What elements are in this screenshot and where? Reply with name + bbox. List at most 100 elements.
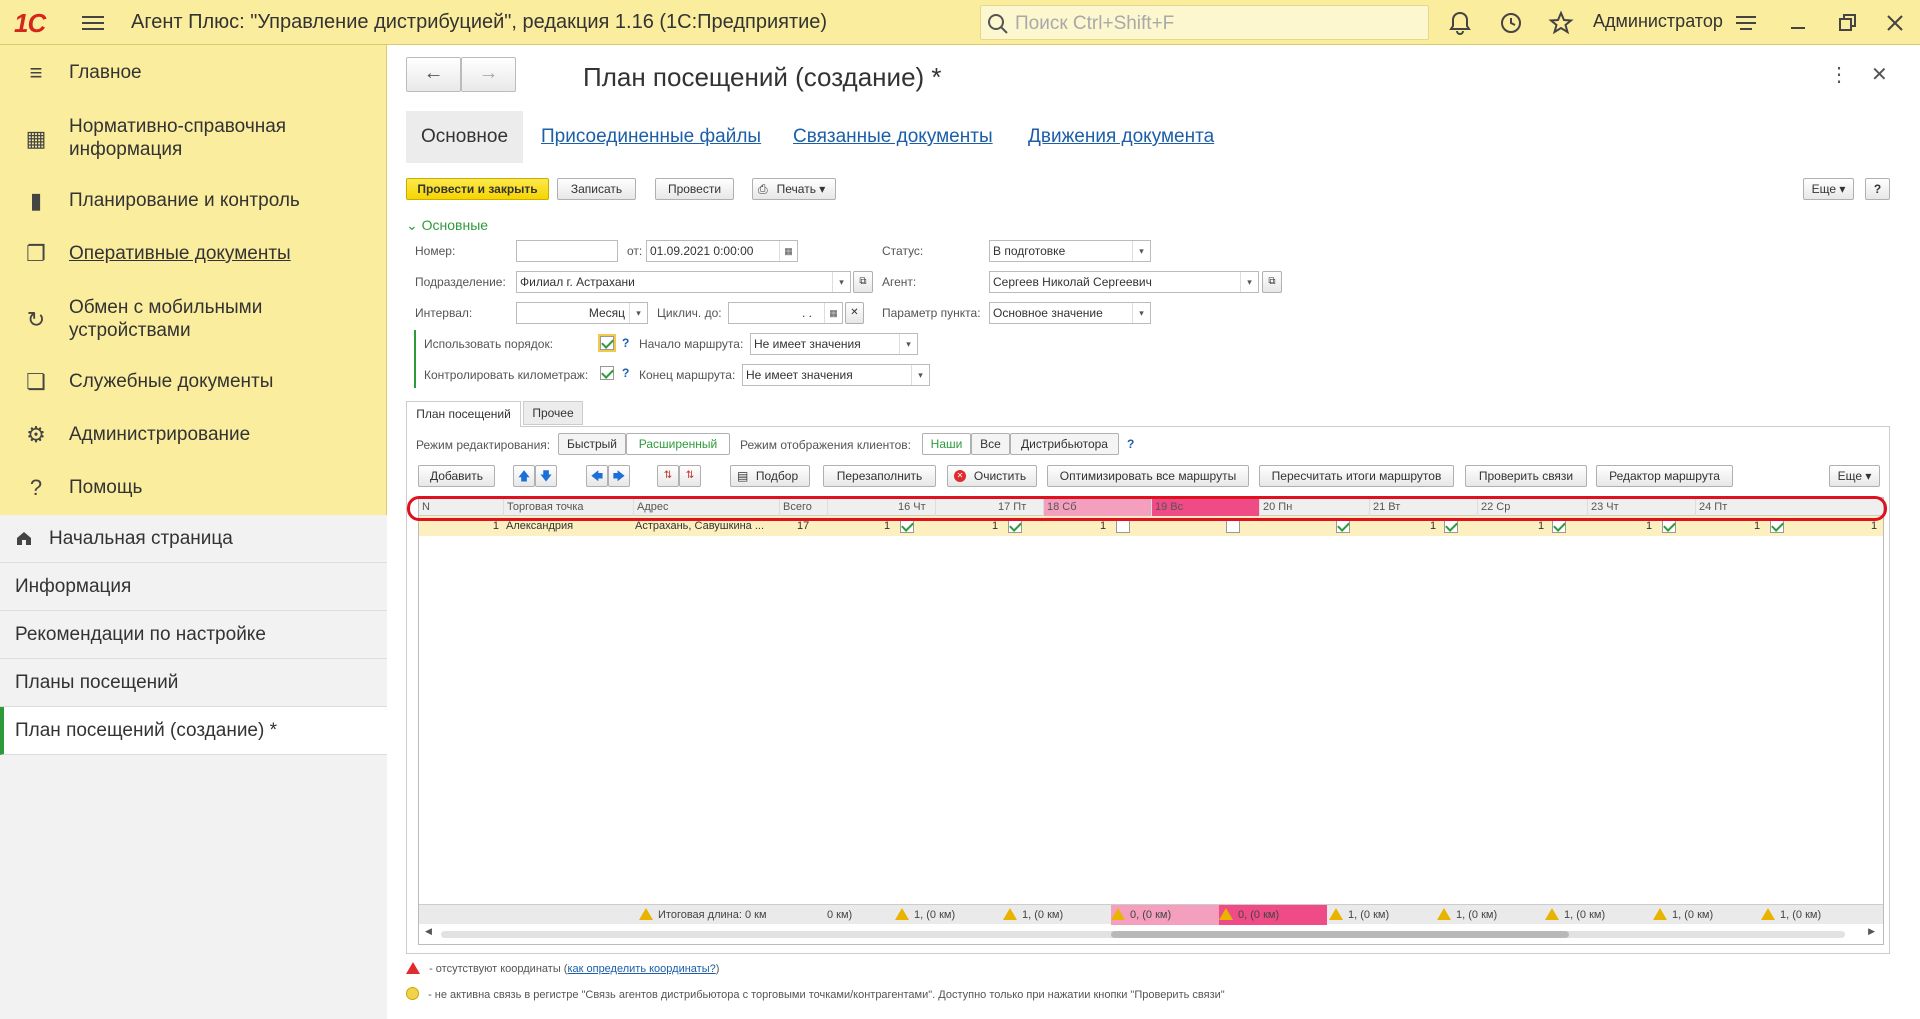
footer-day-20: 0, (0 км) (1219, 905, 1327, 925)
status-select[interactable]: В подготовке ▾ (989, 240, 1151, 262)
user-name[interactable]: Администратор (1593, 11, 1723, 32)
chevron-down-icon: ⌄ (406, 217, 418, 233)
search-input[interactable]: Поиск Ctrl+Shift+F (980, 5, 1429, 40)
close-form-icon[interactable]: ✕ (1871, 62, 1888, 87)
check-links-button[interactable]: Проверить связи (1465, 465, 1587, 487)
warning-icon (639, 908, 653, 920)
scroll-thumb[interactable] (1111, 931, 1569, 938)
window-visit-plans[interactable]: Планы посещений (0, 659, 387, 707)
route-editor-button[interactable]: Редактор маршрута (1596, 465, 1733, 487)
note-no-coords: - отсутствуют координаты (как определить… (406, 962, 719, 975)
point-param-select[interactable]: Основное значение ▾ (989, 302, 1151, 324)
window-info[interactable]: Информация (0, 563, 387, 611)
cell-check-24[interactable] (1770, 519, 1784, 533)
chevron-down-icon: ▾ (911, 365, 929, 385)
main-menu-icon[interactable] (82, 12, 104, 32)
use-order-help[interactable]: ? (622, 336, 629, 350)
window-recommendations[interactable]: Рекомендации по настройке (0, 611, 387, 659)
bell-icon[interactable] (1447, 10, 1473, 36)
edit-mode-extended[interactable]: Расширенный (626, 433, 730, 455)
documents-icon: ❐ (26, 241, 46, 266)
save-button[interactable]: Записать (557, 178, 636, 200)
cell-check-19[interactable] (1226, 519, 1240, 533)
cell-check-22[interactable] (1552, 519, 1566, 533)
pick-button[interactable]: ▤ Подбор (730, 465, 810, 487)
cycle-date-field[interactable]: . . ▦ (728, 302, 843, 324)
close-app-icon[interactable] (1882, 10, 1908, 36)
more-actions-icon[interactable]: ⋮ (1829, 62, 1849, 87)
move-down-button[interactable]: 🡇 (535, 465, 557, 487)
display-mode-distributor[interactable]: Дистрибьютора (1010, 433, 1119, 455)
tab-visit-plan[interactable]: План посещений (406, 401, 521, 427)
cell-check-17[interactable] (1008, 519, 1022, 533)
visit-plan-table[interactable]: N Торговая точка Адрес Всего 16 Чт 17 Пт… (418, 497, 1884, 945)
clear-icon: ✕ (954, 470, 966, 482)
how-coords-link[interactable]: как определить координаты? (567, 963, 715, 975)
tab-related-docs[interactable]: Связанные документы (793, 111, 993, 163)
scroll-right-icon[interactable]: ▶ (1868, 926, 1875, 937)
add-button[interactable]: Добавить (418, 465, 495, 487)
forward-button[interactable]: → (461, 57, 516, 92)
cell-check-20[interactable] (1336, 519, 1350, 533)
help-button[interactable]: ? (1865, 178, 1890, 200)
tab-main[interactable]: Основное (406, 111, 524, 163)
display-mode-all[interactable]: Все (971, 433, 1010, 455)
move-right-button[interactable]: 🡆 (608, 465, 630, 487)
star-icon[interactable] (1548, 10, 1574, 36)
horizontal-scrollbar[interactable]: ◀ ▶ (423, 926, 1879, 942)
division-field[interactable]: Филиал г. Астрахани ▾ (516, 271, 851, 293)
date-field[interactable]: 01.09.2021 0:00:00 ▦ (646, 240, 798, 262)
move-left-button[interactable]: 🡄 (586, 465, 608, 487)
sort-desc-button[interactable]: ⇅ (679, 465, 701, 487)
restore-icon[interactable] (1834, 10, 1860, 36)
edit-mode-fast[interactable]: Быстрый (558, 433, 626, 455)
print-button[interactable]: ⎙ Печать ▾ (752, 178, 836, 200)
clear-cycle-button[interactable]: ✕ (845, 302, 864, 324)
sort-asc-button[interactable]: ⇅ (657, 465, 679, 487)
note-inactive-link: - не активна связь в регистре "Связь аге… (406, 987, 1225, 1001)
section-header[interactable]: ⌄ Основные (406, 217, 488, 234)
calendar-icon[interactable]: ▦ (824, 303, 842, 323)
recalc-routes-button[interactable]: Пересчитать итоги маршрутов (1259, 465, 1454, 487)
open-division-button[interactable]: ⧉ (853, 271, 873, 293)
group-bar (414, 330, 416, 388)
back-button[interactable]: ← (406, 57, 461, 92)
footer-day-22: 1, (0 км) (1437, 905, 1525, 925)
window-home[interactable]: Начальная страница (0, 515, 387, 563)
tab-other[interactable]: Прочее (523, 401, 583, 425)
refill-button[interactable]: Перезаполнить (823, 465, 936, 487)
window-visit-plan-create[interactable]: План посещений (создание) * (0, 707, 387, 755)
display-mode-help[interactable]: ? (1127, 437, 1134, 451)
clear-button[interactable]: ✕ Очистить (947, 465, 1037, 487)
settings-menu-icon[interactable] (1733, 10, 1759, 36)
post-and-close-button[interactable]: Провести и закрыть (406, 178, 549, 200)
footer-day-17: 1, (0 км) (895, 905, 983, 925)
number-field[interactable] (516, 240, 618, 262)
cell-check-16[interactable] (900, 519, 914, 533)
route-start-select[interactable]: Не имеет значения ▾ (750, 333, 918, 355)
open-agent-button[interactable]: ⧉ (1262, 271, 1282, 293)
more-button[interactable]: Еще ▾ (1803, 178, 1854, 200)
use-order-checkbox[interactable] (598, 334, 616, 352)
scroll-left-icon[interactable]: ◀ (425, 926, 432, 937)
move-up-button[interactable]: 🡅 (513, 465, 535, 487)
route-end-select[interactable]: Не имеет значения ▾ (742, 364, 930, 386)
interval-select[interactable]: Месяц ▾ (516, 302, 648, 324)
tab-doc-movements[interactable]: Движения документа (1028, 111, 1214, 163)
optimize-routes-button[interactable]: Оптимизировать все маршруты (1047, 465, 1249, 487)
warning-icon (1653, 908, 1667, 920)
minimize-icon[interactable] (1785, 10, 1811, 36)
cell-check-18[interactable] (1116, 519, 1130, 533)
agent-field[interactable]: Сергеев Николай Сергеевич ▾ (989, 271, 1259, 293)
cell-check-23[interactable] (1662, 519, 1676, 533)
cell-check-21[interactable] (1444, 519, 1458, 533)
tab-attached-files[interactable]: Присоединенные файлы (541, 111, 761, 163)
control-km-help[interactable]: ? (622, 366, 629, 380)
post-button[interactable]: Провести (655, 178, 734, 200)
display-mode-ours[interactable]: Наши (922, 433, 971, 455)
calendar-icon[interactable]: ▦ (779, 241, 797, 261)
grid-more-button[interactable]: Еще ▾ (1829, 465, 1880, 487)
history-icon[interactable] (1498, 10, 1524, 36)
control-km-checkbox[interactable] (600, 366, 614, 380)
route-start-label: Начало маршрута: (639, 337, 744, 351)
